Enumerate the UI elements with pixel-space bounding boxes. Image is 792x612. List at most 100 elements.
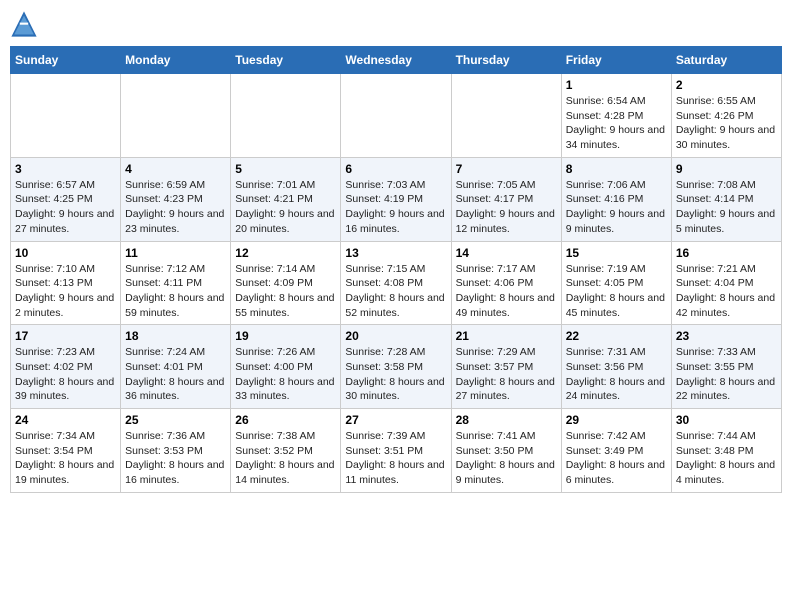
calendar-cell: 22Sunrise: 7:31 AMSunset: 3:56 PMDayligh…	[561, 325, 671, 409]
day-info: Sunrise: 6:59 AMSunset: 4:23 PMDaylight:…	[125, 178, 226, 237]
day-number: 29	[566, 413, 667, 427]
day-info: Sunrise: 7:38 AMSunset: 3:52 PMDaylight:…	[235, 429, 336, 488]
calendar-header-tuesday: Tuesday	[231, 47, 341, 74]
day-number: 11	[125, 246, 226, 260]
calendar-cell: 17Sunrise: 7:23 AMSunset: 4:02 PMDayligh…	[11, 325, 121, 409]
day-info: Sunrise: 6:57 AMSunset: 4:25 PMDaylight:…	[15, 178, 116, 237]
day-info: Sunrise: 7:10 AMSunset: 4:13 PMDaylight:…	[15, 262, 116, 321]
day-info: Sunrise: 6:55 AMSunset: 4:26 PMDaylight:…	[676, 94, 777, 153]
calendar-cell: 2 Sunrise: 6:55 AMSunset: 4:26 PMDaylight…	[671, 74, 781, 158]
calendar-cell	[231, 74, 341, 158]
calendar-cell: 21 Sunrise: 7:29 AMSunset: 3:57 PMDayligh…	[451, 325, 561, 409]
calendar-cell: 5 Sunrise: 7:01 AMSunset: 4:21 PMDaylight…	[231, 157, 341, 241]
day-info: Sunrise: 7:14 AMSunset: 4:09 PMDaylight:…	[235, 262, 336, 321]
day-number: 13	[345, 246, 446, 260]
calendar-cell	[451, 74, 561, 158]
day-info: Sunrise: 7:26 AMSunset: 4:00 PMDaylight:…	[235, 345, 336, 404]
day-number: 10	[15, 246, 116, 260]
day-info: Sunrise: 7:15 AMSunset: 4:08 PMDaylight:…	[345, 262, 446, 321]
calendar-week-2: 3 Sunrise: 6:57 AMSunset: 4:25 PMDaylight…	[11, 157, 782, 241]
day-info: Sunrise: 7:34 AMSunset: 3:54 PMDaylight:…	[15, 429, 116, 488]
day-info: Sunrise: 7:39 AMSunset: 3:51 PMDaylight:…	[345, 429, 446, 488]
day-number: 20	[345, 329, 446, 343]
day-info: Sunrise: 7:06 AMSunset: 4:16 PMDaylight:…	[566, 178, 667, 237]
calendar-header-friday: Friday	[561, 47, 671, 74]
calendar-header-monday: Monday	[121, 47, 231, 74]
calendar-cell: 18 Sunrise: 7:24 AMSunset: 4:01 PMDayligh…	[121, 325, 231, 409]
day-number: 3	[15, 162, 116, 176]
day-number: 22	[566, 329, 667, 343]
day-info: Sunrise: 7:17 AMSunset: 4:06 PMDaylight:…	[456, 262, 557, 321]
day-info: Sunrise: 7:05 AMSunset: 4:17 PMDaylight:…	[456, 178, 557, 237]
day-info: Sunrise: 7:21 AMSunset: 4:04 PMDaylight:…	[676, 262, 777, 321]
day-number: 5	[235, 162, 336, 176]
day-info: Sunrise: 7:28 AMSunset: 3:58 PMDaylight:…	[345, 345, 446, 404]
day-number: 6	[345, 162, 446, 176]
calendar-week-3: 10 Sunrise: 7:10 AMSunset: 4:13 PMDayligh…	[11, 241, 782, 325]
day-info: Sunrise: 7:24 AMSunset: 4:01 PMDaylight:…	[125, 345, 226, 404]
calendar-cell: 9 Sunrise: 7:08 AMSunset: 4:14 PMDaylight…	[671, 157, 781, 241]
day-number: 30	[676, 413, 777, 427]
calendar-cell: 10 Sunrise: 7:10 AMSunset: 4:13 PMDayligh…	[11, 241, 121, 325]
calendar-cell: 14 Sunrise: 7:17 AMSunset: 4:06 PMDayligh…	[451, 241, 561, 325]
day-number: 14	[456, 246, 557, 260]
calendar-cell: 25 Sunrise: 7:36 AMSunset: 3:53 PMDayligh…	[121, 409, 231, 493]
day-number: 19	[235, 329, 336, 343]
day-number: 1	[566, 78, 667, 92]
calendar-cell: 19 Sunrise: 7:26 AMSunset: 4:00 PMDayligh…	[231, 325, 341, 409]
day-number: 28	[456, 413, 557, 427]
calendar-cell: 3 Sunrise: 6:57 AMSunset: 4:25 PMDaylight…	[11, 157, 121, 241]
calendar-cell: 30 Sunrise: 7:44 AMSunset: 3:48 PMDayligh…	[671, 409, 781, 493]
day-info: Sunrise: 7:42 AMSunset: 3:49 PMDaylight:…	[566, 429, 667, 488]
calendar-week-1: 1 Sunrise: 6:54 AMSunset: 4:28 PMDaylight…	[11, 74, 782, 158]
header	[10, 10, 782, 38]
calendar-header-row: SundayMondayTuesdayWednesdayThursdayFrid…	[11, 47, 782, 74]
calendar-header-thursday: Thursday	[451, 47, 561, 74]
logo-icon	[10, 10, 38, 38]
day-info: Sunrise: 7:03 AMSunset: 4:19 PMDaylight:…	[345, 178, 446, 237]
calendar-cell: 24 Sunrise: 7:34 AMSunset: 3:54 PMDayligh…	[11, 409, 121, 493]
day-number: 26	[235, 413, 336, 427]
day-info: Sunrise: 6:54 AMSunset: 4:28 PMDaylight:…	[566, 94, 667, 153]
calendar-cell	[341, 74, 451, 158]
day-info: Sunrise: 7:01 AMSunset: 4:21 PMDaylight:…	[235, 178, 336, 237]
calendar-cell: 28 Sunrise: 7:41 AMSunset: 3:50 PMDayligh…	[451, 409, 561, 493]
day-number: 23	[676, 329, 777, 343]
calendar-cell: 8 Sunrise: 7:06 AMSunset: 4:16 PMDaylight…	[561, 157, 671, 241]
day-number: 8	[566, 162, 667, 176]
calendar-cell: 20 Sunrise: 7:28 AMSunset: 3:58 PMDayligh…	[341, 325, 451, 409]
calendar-cell: 6 Sunrise: 7:03 AMSunset: 4:19 PMDaylight…	[341, 157, 451, 241]
calendar-cell: 15 Sunrise: 7:19 AMSunset: 4:05 PMDayligh…	[561, 241, 671, 325]
calendar-cell: 27 Sunrise: 7:39 AMSunset: 3:51 PMDayligh…	[341, 409, 451, 493]
day-number: 21	[456, 329, 557, 343]
day-info: Sunrise: 7:08 AMSunset: 4:14 PMDaylight:…	[676, 178, 777, 237]
calendar-cell: 16Sunrise: 7:21 AMSunset: 4:04 PMDayligh…	[671, 241, 781, 325]
calendar-cell: 12Sunrise: 7:14 AMSunset: 4:09 PMDayligh…	[231, 241, 341, 325]
day-number: 2	[676, 78, 777, 92]
logo	[10, 10, 42, 38]
day-info: Sunrise: 7:19 AMSunset: 4:05 PMDaylight:…	[566, 262, 667, 321]
day-number: 27	[345, 413, 446, 427]
calendar-cell: 1 Sunrise: 6:54 AMSunset: 4:28 PMDaylight…	[561, 74, 671, 158]
calendar-cell: 26 Sunrise: 7:38 AMSunset: 3:52 PMDayligh…	[231, 409, 341, 493]
calendar-cell	[11, 74, 121, 158]
calendar-header-saturday: Saturday	[671, 47, 781, 74]
day-info: Sunrise: 7:12 AMSunset: 4:11 PMDaylight:…	[125, 262, 226, 321]
day-number: 9	[676, 162, 777, 176]
day-info: Sunrise: 7:41 AMSunset: 3:50 PMDaylight:…	[456, 429, 557, 488]
day-number: 17	[15, 329, 116, 343]
day-number: 25	[125, 413, 226, 427]
day-info: Sunrise: 7:44 AMSunset: 3:48 PMDaylight:…	[676, 429, 777, 488]
calendar-cell: 29 Sunrise: 7:42 AMSunset: 3:49 PMDayligh…	[561, 409, 671, 493]
calendar-cell	[121, 74, 231, 158]
calendar-cell: 23 Sunrise: 7:33 AMSunset: 3:55 PMDayligh…	[671, 325, 781, 409]
calendar-cell: 4Sunrise: 6:59 AMSunset: 4:23 PMDaylight…	[121, 157, 231, 241]
calendar-cell: 11 Sunrise: 7:12 AMSunset: 4:11 PMDayligh…	[121, 241, 231, 325]
day-number: 15	[566, 246, 667, 260]
day-info: Sunrise: 7:36 AMSunset: 3:53 PMDaylight:…	[125, 429, 226, 488]
day-info: Sunrise: 7:29 AMSunset: 3:57 PMDaylight:…	[456, 345, 557, 404]
day-info: Sunrise: 7:33 AMSunset: 3:55 PMDaylight:…	[676, 345, 777, 404]
day-number: 18	[125, 329, 226, 343]
calendar-header-sunday: Sunday	[11, 47, 121, 74]
day-number: 24	[15, 413, 116, 427]
